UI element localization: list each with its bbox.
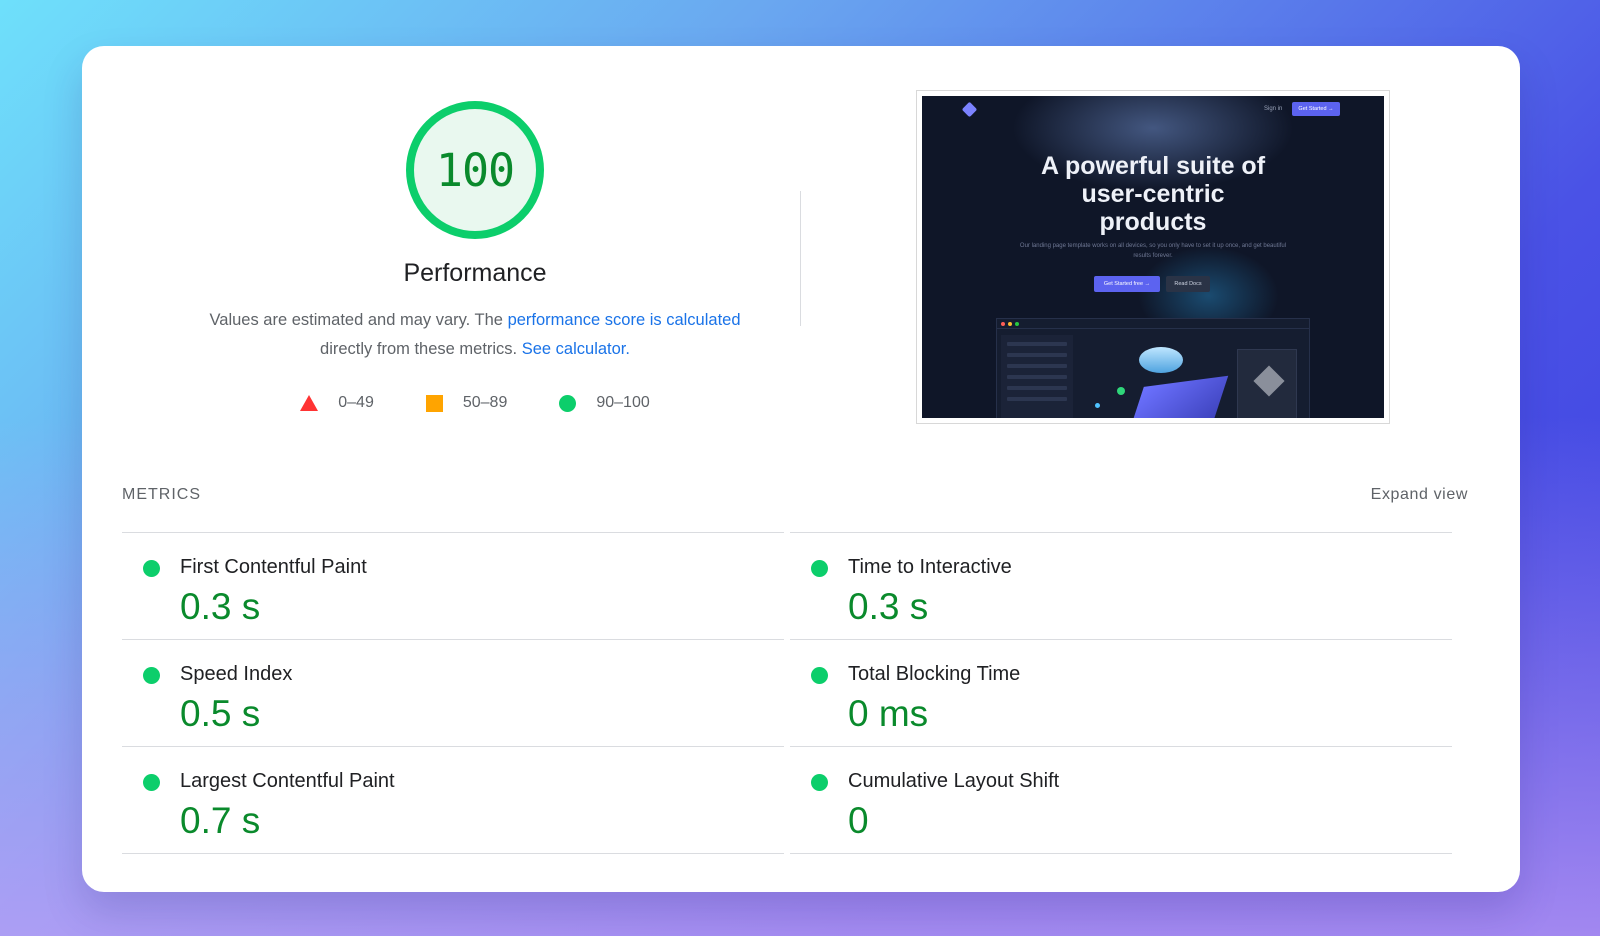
desc-prefix: Values are estimated and may vary. The bbox=[209, 311, 508, 329]
legend-label: 50–89 bbox=[462, 394, 508, 411]
score-calc-link[interactable]: performance score is calculated bbox=[508, 311, 741, 329]
expand-view-toggle[interactable]: Expand view bbox=[1371, 486, 1468, 504]
metric-value: 0.3 s bbox=[180, 586, 261, 627]
cube-icon bbox=[1253, 365, 1285, 397]
thumb-get-started: Get Started → bbox=[1292, 102, 1340, 116]
metric-value: 0.5 s bbox=[180, 693, 261, 734]
metric-value: 0 bbox=[848, 800, 869, 841]
see-calculator-link[interactable]: See calculator. bbox=[522, 340, 630, 358]
desc-mid: directly from these metrics. bbox=[320, 340, 522, 358]
metrics-column-left: First Contentful Paint 0.3 s Speed Index… bbox=[122, 532, 784, 854]
metrics-grid: First Contentful Paint 0.3 s Speed Index… bbox=[122, 532, 1452, 854]
metric-value: 0 ms bbox=[848, 693, 929, 734]
thumb-app-window bbox=[996, 318, 1310, 418]
final-screenshot-thumbnail[interactable]: Sign in Get Started → A powerful suite o… bbox=[916, 90, 1390, 424]
score-legend: 0–49 50–89 90–100 bbox=[122, 394, 828, 412]
metrics-heading: METRICS bbox=[122, 486, 201, 503]
pass-circle-icon bbox=[811, 667, 828, 684]
thumb-primary-button: Get Started free → bbox=[1094, 276, 1160, 292]
triangle-icon bbox=[300, 395, 319, 411]
pass-circle-icon bbox=[811, 560, 828, 577]
legend-label: 0–49 bbox=[338, 394, 374, 411]
pass-circle-icon bbox=[143, 667, 160, 684]
metric-value: 0.3 s bbox=[848, 586, 929, 627]
metric-label: First Contentful Paint bbox=[180, 556, 367, 578]
metrics-column-right: Time to Interactive 0.3 s Total Blocking… bbox=[790, 532, 1452, 854]
thumb-disc-shape bbox=[1139, 347, 1183, 373]
site-logo-icon bbox=[961, 101, 978, 118]
thumb-headline: A powerful suite of user-centric product… bbox=[1040, 152, 1266, 236]
report-card: 100 Performance Values are estimated and… bbox=[82, 46, 1520, 892]
legend-item-average: 50–89 bbox=[425, 394, 508, 412]
thumb-window-bar bbox=[997, 319, 1309, 329]
legend-label: 90–100 bbox=[596, 394, 650, 411]
thumb-ball-shape bbox=[1095, 403, 1100, 408]
metric-speed-index: Speed Index 0.5 s bbox=[122, 640, 784, 747]
pass-circle-icon bbox=[811, 774, 828, 791]
thumb-ball-shape bbox=[1117, 387, 1125, 395]
thumb-subtext: Our landing page template works on all d… bbox=[1019, 243, 1287, 259]
metric-label: Largest Contentful Paint bbox=[180, 770, 395, 792]
pass-circle-icon bbox=[143, 774, 160, 791]
metric-cumulative-layout-shift: Cumulative Layout Shift 0 bbox=[790, 747, 1452, 854]
legend-item-pass: 90–100 bbox=[559, 394, 650, 412]
metric-total-blocking-time: Total Blocking Time 0 ms bbox=[790, 640, 1452, 747]
thumb-sidebar bbox=[1001, 335, 1073, 418]
score-section: 100 Performance Values are estimated and… bbox=[122, 101, 828, 412]
score-description: Values are estimated and may vary. The p… bbox=[122, 306, 828, 364]
thumb-secondary-button: Read Docs bbox=[1166, 276, 1210, 292]
pass-circle-icon bbox=[143, 560, 160, 577]
score-value: 100 bbox=[435, 143, 515, 197]
square-icon bbox=[425, 394, 443, 412]
metric-value: 0.7 s bbox=[180, 800, 261, 841]
metric-label: Total Blocking Time bbox=[848, 663, 1021, 685]
circle-icon bbox=[559, 394, 577, 412]
metric-label: Cumulative Layout Shift bbox=[848, 770, 1060, 792]
thumbnail-page: Sign in Get Started → A powerful suite o… bbox=[922, 96, 1384, 418]
metric-first-contentful-paint: First Contentful Paint 0.3 s bbox=[122, 533, 784, 640]
score-title: Performance bbox=[403, 259, 547, 287]
metric-label: Time to Interactive bbox=[848, 556, 1012, 578]
metric-time-to-interactive: Time to Interactive 0.3 s bbox=[790, 533, 1452, 640]
thumb-slab-shape bbox=[1125, 375, 1229, 418]
score-gauge: 100 bbox=[406, 101, 544, 239]
metric-label: Speed Index bbox=[180, 663, 293, 685]
metric-largest-contentful-paint: Largest Contentful Paint 0.7 s bbox=[122, 747, 784, 854]
legend-item-fail: 0–49 bbox=[300, 394, 374, 412]
thumb-cube-panel bbox=[1237, 349, 1297, 418]
thumb-signin: Sign in bbox=[1264, 106, 1283, 112]
vertical-divider bbox=[800, 191, 801, 326]
